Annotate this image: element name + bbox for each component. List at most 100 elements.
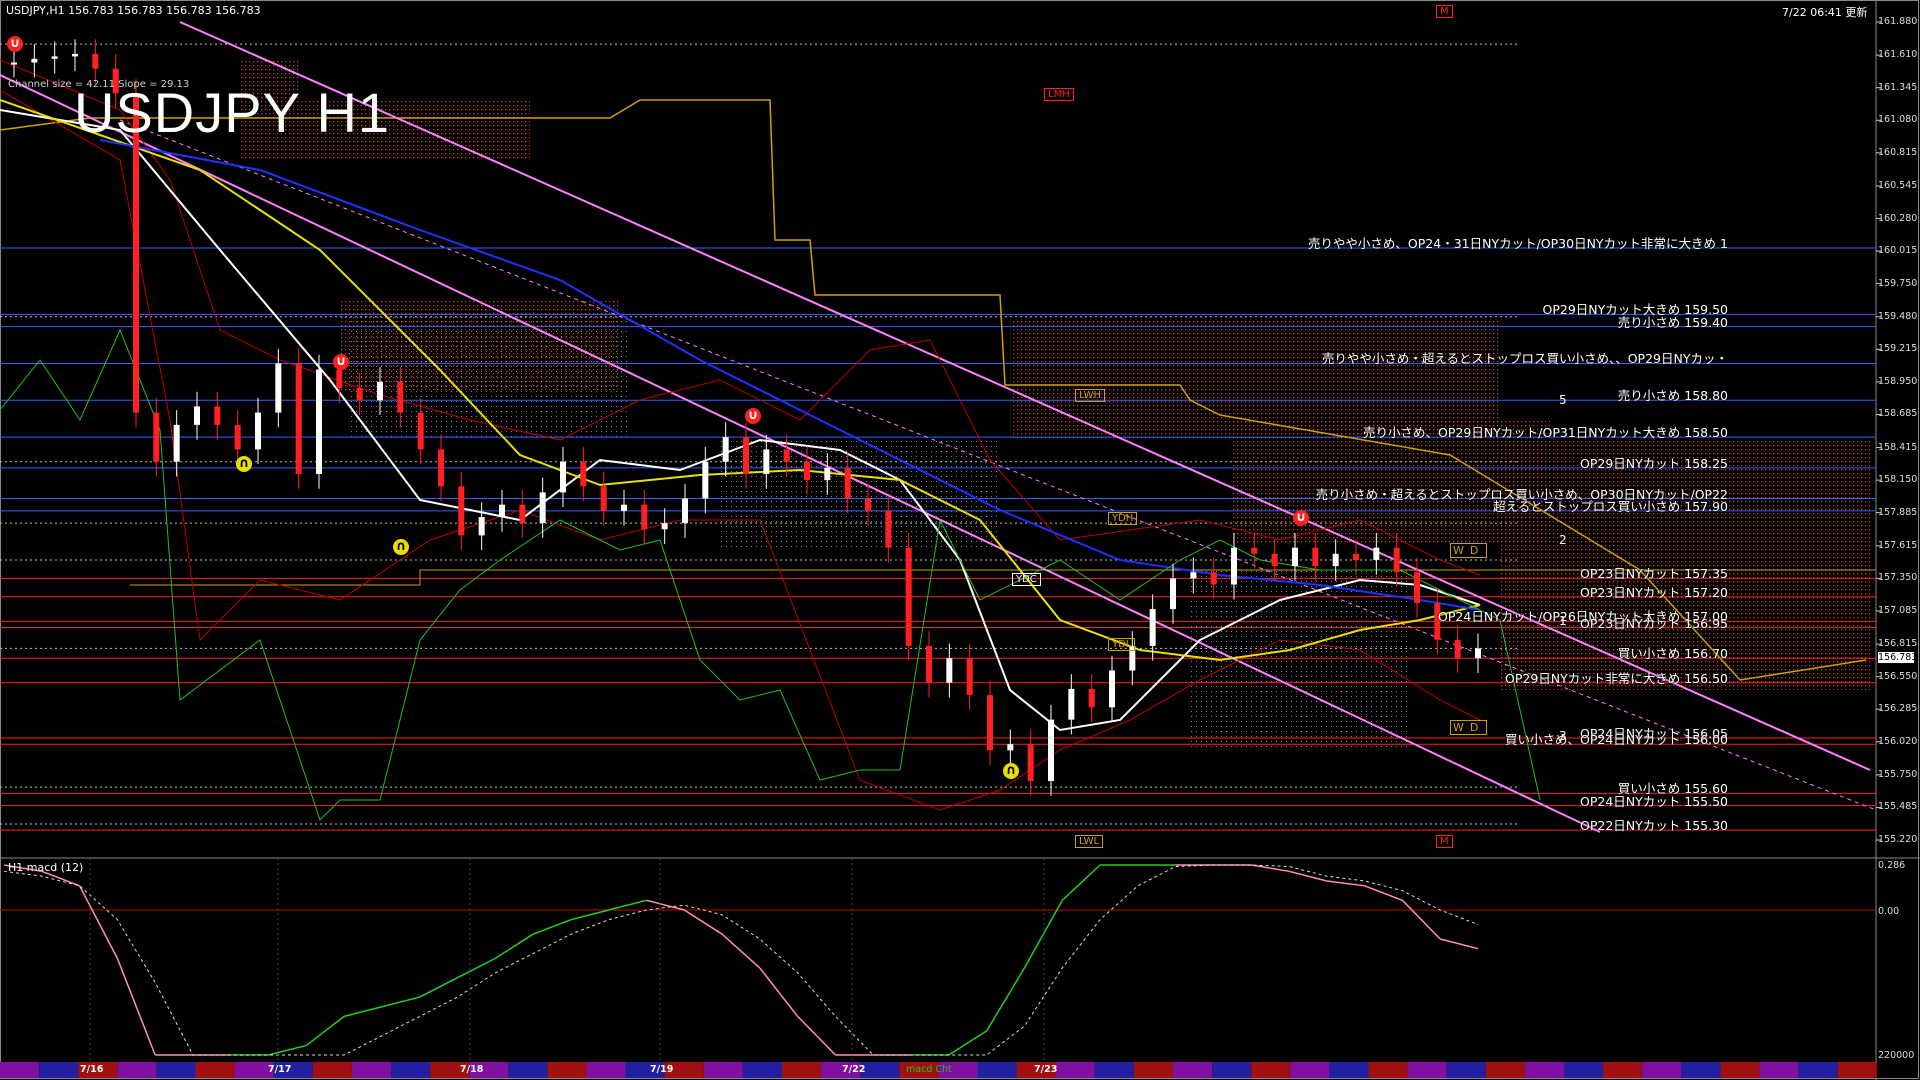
date-bar-segment bbox=[1173, 1062, 1213, 1078]
pivot-marker-icon: ∪ bbox=[745, 408, 761, 424]
macd-line-segment bbox=[1251, 864, 1290, 873]
candle-body bbox=[804, 461, 810, 481]
date-bar-segment bbox=[547, 1062, 587, 1078]
price-tick-label: 158.685 bbox=[1878, 408, 1918, 420]
macd-line-segment bbox=[646, 899, 685, 911]
price-tick-label: 160.015 bbox=[1878, 245, 1918, 257]
candle-body bbox=[438, 449, 444, 487]
date-label: 7/22 bbox=[842, 1064, 866, 1075]
date-bar-segment bbox=[1407, 1062, 1447, 1078]
date-bar-segment bbox=[1290, 1062, 1330, 1078]
candle-body bbox=[1149, 609, 1156, 646]
price-tick-label: 156.815 bbox=[1878, 638, 1918, 650]
date-bar-segment bbox=[1212, 1062, 1252, 1078]
candle-body bbox=[1251, 547, 1258, 554]
date-bar-segment bbox=[1720, 1062, 1760, 1078]
candle-body bbox=[397, 381, 404, 413]
date-label: 7/18 bbox=[460, 1064, 484, 1075]
candle-body bbox=[1170, 578, 1176, 610]
macd-cht-label: macd Cht bbox=[906, 1064, 952, 1075]
candle-body bbox=[1332, 553, 1339, 567]
candle-body bbox=[600, 486, 607, 511]
candle-body bbox=[1312, 547, 1319, 567]
date-bar-segment bbox=[1251, 1062, 1291, 1078]
candle-body bbox=[702, 461, 709, 499]
date-bar-segment bbox=[742, 1062, 782, 1078]
price-tick-label: 160.280 bbox=[1878, 212, 1918, 224]
candle-body bbox=[458, 486, 465, 536]
annotation-label: 超えるとストップロス買い小さめ 157.90 bbox=[1493, 498, 1728, 514]
date-bar-segment bbox=[1485, 1062, 1525, 1078]
candle-body bbox=[743, 437, 749, 474]
macd-signal-line bbox=[3, 864, 1479, 1056]
candle-body bbox=[51, 56, 58, 59]
candle-body bbox=[417, 412, 424, 450]
candle-body bbox=[926, 645, 932, 683]
price-tick-label: 157.885 bbox=[1878, 506, 1918, 518]
candle-body bbox=[214, 406, 221, 425]
candle-body bbox=[1210, 572, 1217, 585]
date-bar-segment bbox=[1837, 1062, 1877, 1078]
wave-label-3: 3 bbox=[1559, 729, 1567, 743]
macd-line-segment bbox=[419, 977, 458, 998]
price-tick-label: 160.815 bbox=[1878, 146, 1918, 158]
candle-body bbox=[72, 53, 78, 57]
candle-body bbox=[539, 492, 546, 524]
price-tick-label: 155.485 bbox=[1878, 801, 1918, 813]
macd-line-segment bbox=[78, 885, 119, 959]
date-bar-segment bbox=[351, 1062, 391, 1078]
date-label: 7/23 bbox=[1034, 1064, 1058, 1075]
pivot-marker-icon: ∩ bbox=[393, 539, 409, 555]
price-tick-label: 161.610 bbox=[1878, 49, 1918, 61]
date-bar-segment bbox=[195, 1062, 235, 1078]
price-tick-label: 159.480 bbox=[1878, 310, 1918, 322]
date-bar-segment bbox=[860, 1062, 900, 1078]
candle-body bbox=[865, 498, 871, 511]
price-tick-label: 161.080 bbox=[1878, 114, 1918, 126]
symbol-line: USDJPY,H1 156.783 156.783 156.783 156.78… bbox=[6, 4, 261, 17]
current-price-label: 156.783 bbox=[1878, 652, 1918, 663]
macd-line-segment bbox=[116, 958, 156, 1056]
date-bar-segment bbox=[39, 1062, 79, 1078]
wave-label-5: 5 bbox=[1559, 393, 1567, 407]
candle-body bbox=[885, 510, 892, 548]
macd-line-segment bbox=[1061, 864, 1101, 901]
candle-body bbox=[1393, 547, 1400, 573]
macd-line-segment bbox=[986, 967, 1026, 1032]
price-tick-label: 161.345 bbox=[1878, 81, 1918, 93]
candle-body bbox=[1292, 547, 1298, 567]
candle-body bbox=[153, 412, 160, 462]
pivot-marker-icon: ∩ bbox=[1003, 763, 1019, 779]
price-chart bbox=[0, 0, 1920, 1080]
level-tag-lwl: LWL bbox=[1075, 835, 1104, 848]
macd-axis-top: 0.286 bbox=[1878, 860, 1906, 871]
date-bar-segment bbox=[977, 1062, 1017, 1078]
price-tick-label: 158.950 bbox=[1878, 375, 1918, 387]
price-tick-label: 157.615 bbox=[1878, 539, 1918, 551]
annotation-label: 売り小さめ、OP29日NYカット/OP31日NYカット大きめ 158.50 bbox=[1363, 425, 1728, 441]
price-tick-label: 156.285 bbox=[1878, 703, 1918, 715]
annotation-label: OP29日NYカット 158.25 bbox=[1580, 455, 1728, 471]
candle-body bbox=[377, 381, 383, 401]
date-bar-segment bbox=[156, 1062, 196, 1078]
macd-line-segment bbox=[381, 996, 420, 1008]
macd-line-segment bbox=[1440, 938, 1479, 950]
candle-body bbox=[783, 449, 790, 462]
date-bar-segment bbox=[703, 1062, 743, 1078]
level-tag-m: M bbox=[1436, 835, 1453, 848]
date-bar-segment bbox=[312, 1062, 352, 1078]
candle-body bbox=[1190, 572, 1197, 579]
macd-axis-zero: 0.00 bbox=[1878, 906, 1900, 917]
date-label: 7/17 bbox=[268, 1064, 292, 1075]
candle-body bbox=[1088, 688, 1095, 708]
candle-body bbox=[1271, 553, 1278, 567]
date-bar-segment bbox=[1329, 1062, 1369, 1078]
price-tick-label: 160.545 bbox=[1878, 179, 1918, 191]
candle-body bbox=[194, 406, 200, 425]
macd-line-segment bbox=[1401, 899, 1441, 940]
macd-line-segment bbox=[494, 933, 534, 959]
pivot-marker-icon: ∪ bbox=[333, 354, 349, 370]
wave-label-2: 2 bbox=[1559, 533, 1567, 547]
candle-body bbox=[275, 363, 282, 413]
annotation-label: OP29日NYカット非常に大きめ 156.50 bbox=[1505, 670, 1728, 686]
